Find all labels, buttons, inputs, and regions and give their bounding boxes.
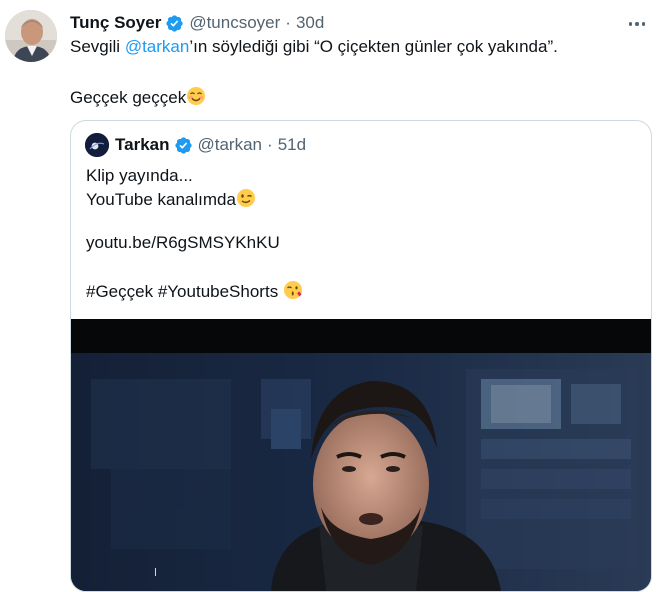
quote-author-name[interactable]: Tarkan: [115, 135, 170, 155]
quote-header: Tarkan @tarkan · 51d: [85, 133, 306, 157]
tweet: Tunç Soyer @tuncsoyer · 30d Sevgili @tar…: [0, 0, 660, 592]
avatar-photo: [5, 10, 57, 62]
tweet-timestamp[interactable]: 30d: [296, 13, 324, 33]
tweet-text-line-2: Geççek geççek: [70, 86, 206, 112]
tweet-header: Tunç Soyer @tuncsoyer · 30d: [70, 12, 324, 34]
tweet-text-prefix: Sevgili: [70, 37, 125, 56]
quote-text-line-2: YouTube kanalımda: [86, 188, 256, 214]
tweet-text-line-1: Sevgili @tarkan’ın söylediği gibi “O çiç…: [70, 36, 558, 58]
quote-author-handle[interactable]: @tarkan: [198, 135, 263, 155]
separator-dot: ·: [267, 135, 273, 154]
more-options-icon[interactable]: [626, 14, 648, 34]
kissing-face-icon: [283, 280, 303, 306]
quote-text-line-1: Klip yayında...: [86, 166, 193, 185]
separator-dot: ·: [285, 13, 291, 32]
verified-badge-icon: [174, 136, 193, 155]
mention-link[interactable]: @tarkan: [125, 37, 190, 56]
quote-avatar[interactable]: [85, 133, 109, 157]
hashtag-youtubeshorts[interactable]: #YoutubeShorts: [158, 282, 278, 301]
divider: [155, 568, 156, 576]
tweet-text-suffix: ’ın söylediği gibi “O çiçekten günler ço…: [189, 37, 558, 56]
quote-link[interactable]: youtu.be/R6gSMSYKhKU: [86, 232, 280, 254]
winking-face-icon: [236, 188, 256, 214]
quote-timestamp[interactable]: 51d: [278, 135, 306, 155]
quote-video-thumbnail[interactable]: [71, 319, 651, 591]
quoted-tweet[interactable]: Tarkan @tarkan · 51d Klip yayında... You…: [70, 120, 652, 592]
youtube-link[interactable]: youtu.be/R6gSMSYKhKU: [86, 233, 280, 252]
quote-hashtags: #Geççek #YoutubeShorts: [86, 280, 303, 306]
author-name[interactable]: Tunç Soyer: [70, 13, 161, 33]
quote-text-youtube: YouTube kanalımda: [86, 190, 236, 209]
hashtag-geccek[interactable]: #Geççek: [86, 282, 153, 301]
smiling-face-icon: [186, 86, 206, 112]
avatar[interactable]: [5, 10, 57, 62]
author-handle[interactable]: @tuncsoyer: [189, 13, 280, 33]
tweet-text-geccek: Geççek geççek: [70, 88, 187, 107]
video-frame-image: [71, 319, 651, 591]
verified-badge-icon: [165, 14, 184, 33]
